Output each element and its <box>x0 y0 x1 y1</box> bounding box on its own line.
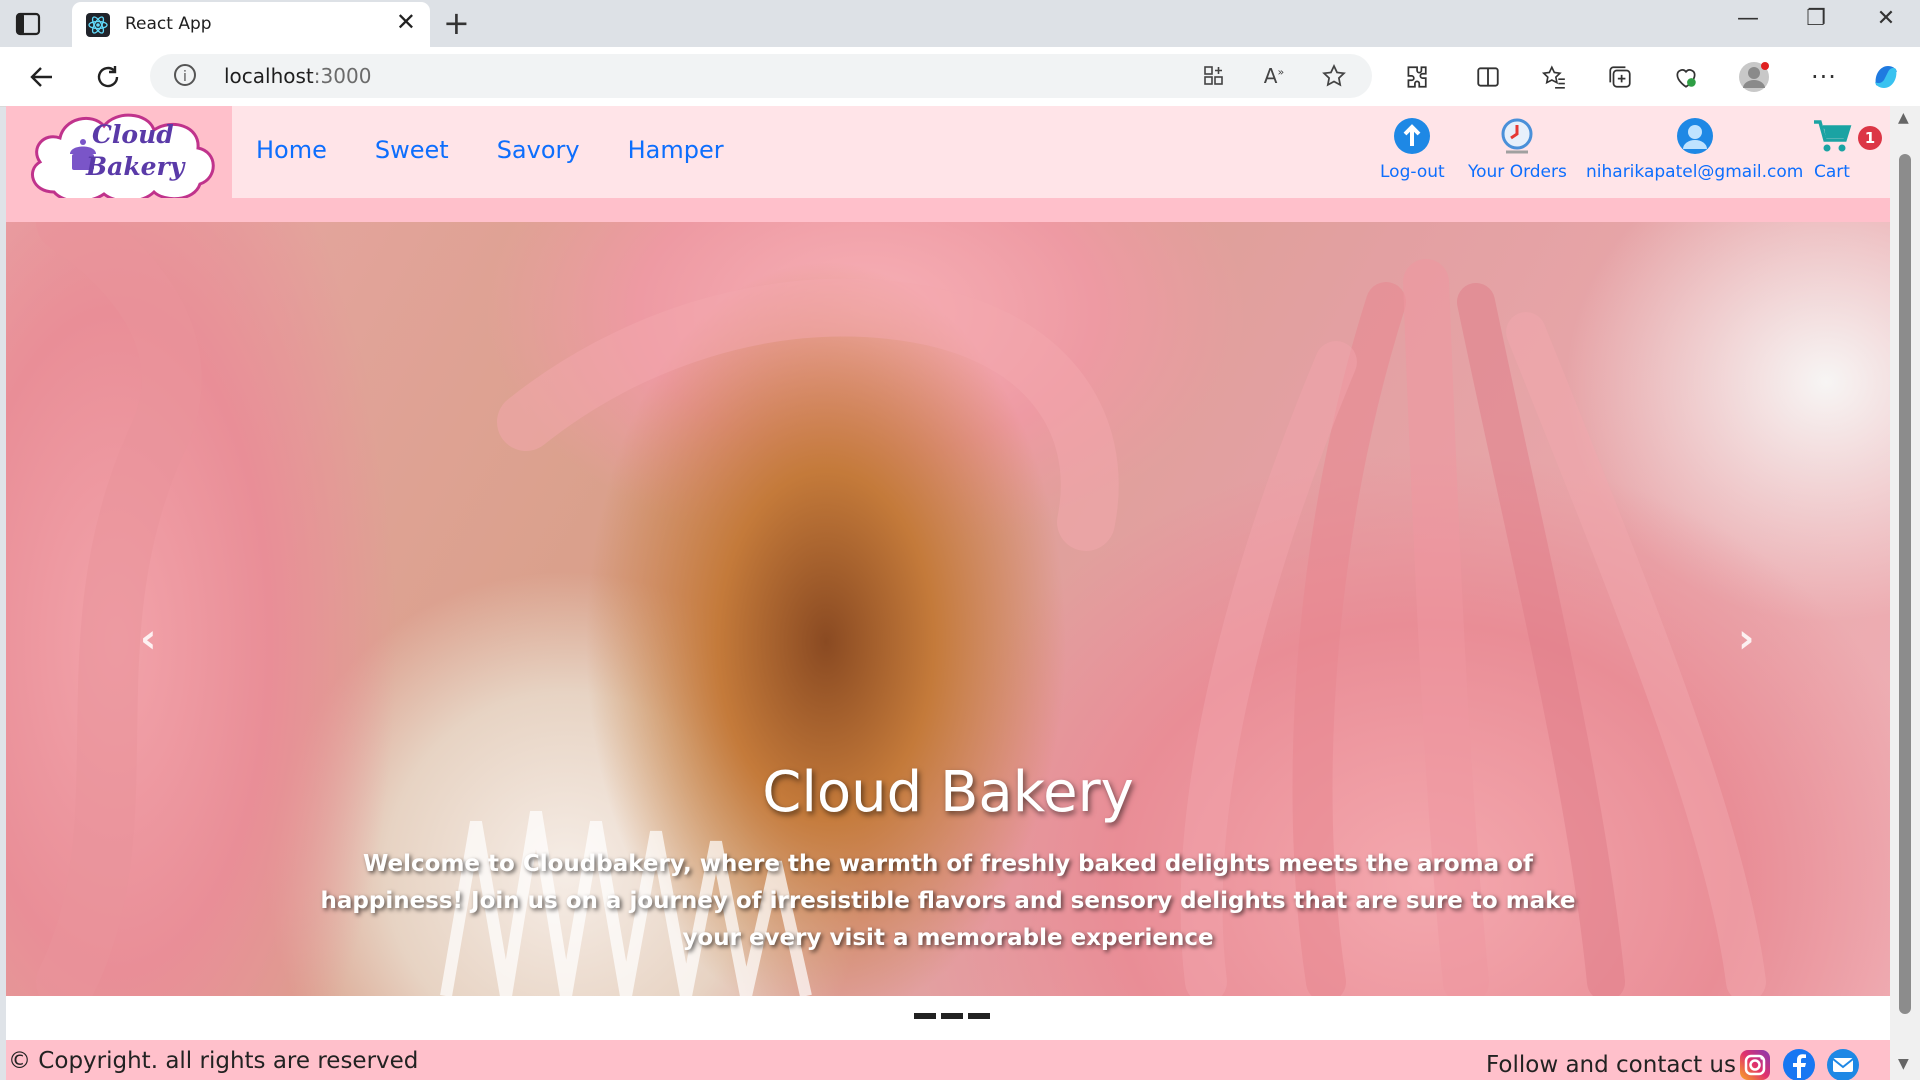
orders-label: Your Orders <box>1468 162 1567 182</box>
reload-icon[interactable] <box>88 57 128 97</box>
tab-close-icon[interactable]: ✕ <box>396 10 416 34</box>
browser-tab-bar: React App ✕ + — ❐ ✕ <box>0 0 1920 47</box>
react-favicon-icon <box>86 13 110 37</box>
new-tab-icon[interactable]: + <box>443 6 470 40</box>
logout-button[interactable]: Log-out <box>1380 116 1445 182</box>
user-profile-button[interactable]: niharikapatel@gmail.com <box>1586 116 1803 182</box>
orders-clock-icon <box>1501 118 1533 154</box>
your-orders-button[interactable]: Your Orders <box>1468 116 1567 182</box>
app-available-icon[interactable] <box>1198 62 1230 90</box>
browser-toolbar: i localhost:3000 A» ··· <box>0 47 1920 107</box>
read-aloud-icon[interactable]: A» <box>1258 62 1290 90</box>
minimize-icon[interactable]: — <box>1728 6 1768 31</box>
logo-area[interactable]: Cloud Bakery <box>6 106 232 203</box>
hero-description: Welcome to Cloudbakery, where the warmth… <box>320 851 1576 951</box>
cart-label: Cart <box>1814 162 1850 182</box>
browser-tab[interactable]: React App ✕ <box>72 2 430 47</box>
favorites-icon[interactable] <box>1534 57 1574 97</box>
navbar: Cloud Bakery Home Sweet Savory Hamper Lo… <box>6 106 1890 203</box>
logo-text-line2: Bakery <box>86 152 185 181</box>
collections-icon[interactable] <box>1600 57 1640 97</box>
page-viewport: Cloud Bakery Home Sweet Savory Hamper Lo… <box>6 106 1890 1080</box>
hero-title: Cloud Bakery <box>762 760 1134 825</box>
nav-links: Home Sweet Savory Hamper <box>256 136 724 164</box>
split-screen-icon[interactable] <box>1468 57 1508 97</box>
instagram-icon[interactable] <box>1738 1048 1772 1080</box>
cart-button[interactable]: 1 Cart <box>1812 116 1882 182</box>
facebook-icon[interactable] <box>1782 1048 1816 1080</box>
carousel-indicator[interactable] <box>913 1012 937 1020</box>
tab-actions-icon[interactable] <box>14 10 56 38</box>
profile-avatar-icon[interactable] <box>1734 57 1774 97</box>
scroll-up-icon[interactable]: ▲ <box>1898 110 1909 126</box>
window-close-icon[interactable]: ✕ <box>1866 6 1906 31</box>
nav-home-link[interactable]: Home <box>256 136 327 164</box>
nav-sweet-link[interactable]: Sweet <box>375 136 449 164</box>
site-info-icon[interactable]: i <box>174 64 196 86</box>
logo-text-line1: Cloud <box>92 120 174 149</box>
follow-text: Follow and contact us - <box>1486 1052 1752 1078</box>
nav-hamper-link[interactable]: Hamper <box>628 136 724 164</box>
browser-essentials-icon[interactable] <box>1666 57 1706 97</box>
extensions-icon[interactable] <box>1396 57 1436 97</box>
nav-divider-strip <box>6 198 1890 222</box>
carousel-indicator[interactable] <box>940 1012 964 1020</box>
tab-title: React App <box>125 14 212 34</box>
cart-count-badge: 1 <box>1858 126 1882 150</box>
url-text: localhost:3000 <box>224 64 372 88</box>
footer: © Copyright. all rights are reserved Fol… <box>6 1040 1890 1080</box>
copilot-icon[interactable] <box>1866 57 1906 97</box>
page-scrollbar[interactable]: ▲ ▼ <box>1890 106 1920 1080</box>
copyright-text: © Copyright. all rights are reserved <box>8 1048 419 1074</box>
cart-icon <box>1814 120 1852 152</box>
user-email: niharikapatel@gmail.com <box>1586 162 1804 182</box>
carousel-indicators <box>913 1012 991 1020</box>
carousel-prev-icon[interactable]: ‹ <box>140 616 156 662</box>
more-options-icon[interactable]: ··· <box>1804 57 1844 97</box>
carousel-indicator[interactable] <box>967 1012 991 1020</box>
address-bar[interactable]: i localhost:3000 A» <box>150 54 1372 98</box>
logout-upload-icon <box>1394 118 1431 154</box>
back-icon[interactable] <box>22 57 62 97</box>
nav-savory-link[interactable]: Savory <box>497 136 580 164</box>
favorite-star-icon[interactable] <box>1318 62 1350 90</box>
restore-icon[interactable]: ❐ <box>1796 6 1836 31</box>
user-avatar-icon <box>1676 118 1713 154</box>
scrollbar-thumb[interactable] <box>1899 154 1911 1014</box>
scroll-down-icon[interactable]: ▼ <box>1898 1056 1909 1072</box>
logout-label: Log-out <box>1380 162 1445 182</box>
carousel-next-icon[interactable]: › <box>1738 616 1754 662</box>
email-icon[interactable] <box>1826 1048 1860 1080</box>
